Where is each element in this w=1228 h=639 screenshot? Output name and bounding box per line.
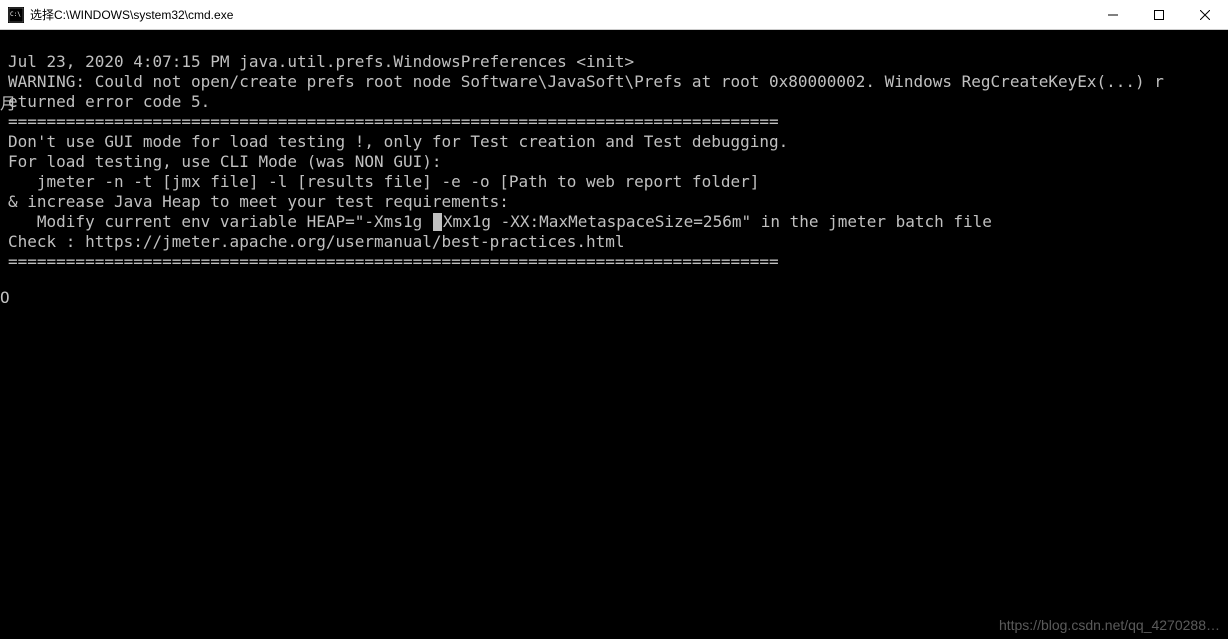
log-line: Jul 23, 2020 4:07:15 PM java.util.prefs.… [8, 52, 634, 71]
log-line: For load testing, use CLI Mode (was NON … [8, 152, 441, 171]
log-line: & increase Java Heap to meet your test r… [8, 192, 509, 211]
svg-text:C:\: C:\ [10, 11, 21, 18]
log-line: WARNING: Could not open/create prefs roo… [8, 72, 1164, 91]
watermark-text: https://blog.csdn.net/qq_4270288… [999, 617, 1220, 633]
close-button[interactable] [1182, 0, 1228, 29]
text-cursor [433, 213, 442, 231]
minimize-button[interactable] [1090, 0, 1136, 29]
edge-artifact: O [0, 288, 10, 308]
log-line: jmeter -n -t [jmx file] -l [results file… [8, 172, 759, 191]
window-title: 选择C:\WINDOWS\system32\cmd.exe [30, 6, 1090, 23]
maximize-button[interactable] [1136, 0, 1182, 29]
terminal-output[interactable]: Jul 23, 2020 4:07:15 PM java.util.prefs.… [0, 30, 1228, 639]
log-line: Don't use GUI mode for load testing !, o… [8, 132, 788, 151]
cmd-icon: C:\ [8, 7, 24, 23]
window-controls [1090, 0, 1228, 29]
edge-artifact: 月 [0, 94, 16, 114]
log-line-with-cursor: Modify current env variable HEAP="-Xms1g… [8, 212, 992, 231]
log-line: eturned error code 5. [8, 92, 210, 111]
separator-line: ========================================… [8, 252, 779, 271]
log-line: Check : https://jmeter.apache.org/userma… [8, 232, 625, 251]
window-titlebar: C:\ 选择C:\WINDOWS\system32\cmd.exe [0, 0, 1228, 30]
separator-line: ========================================… [8, 112, 779, 131]
